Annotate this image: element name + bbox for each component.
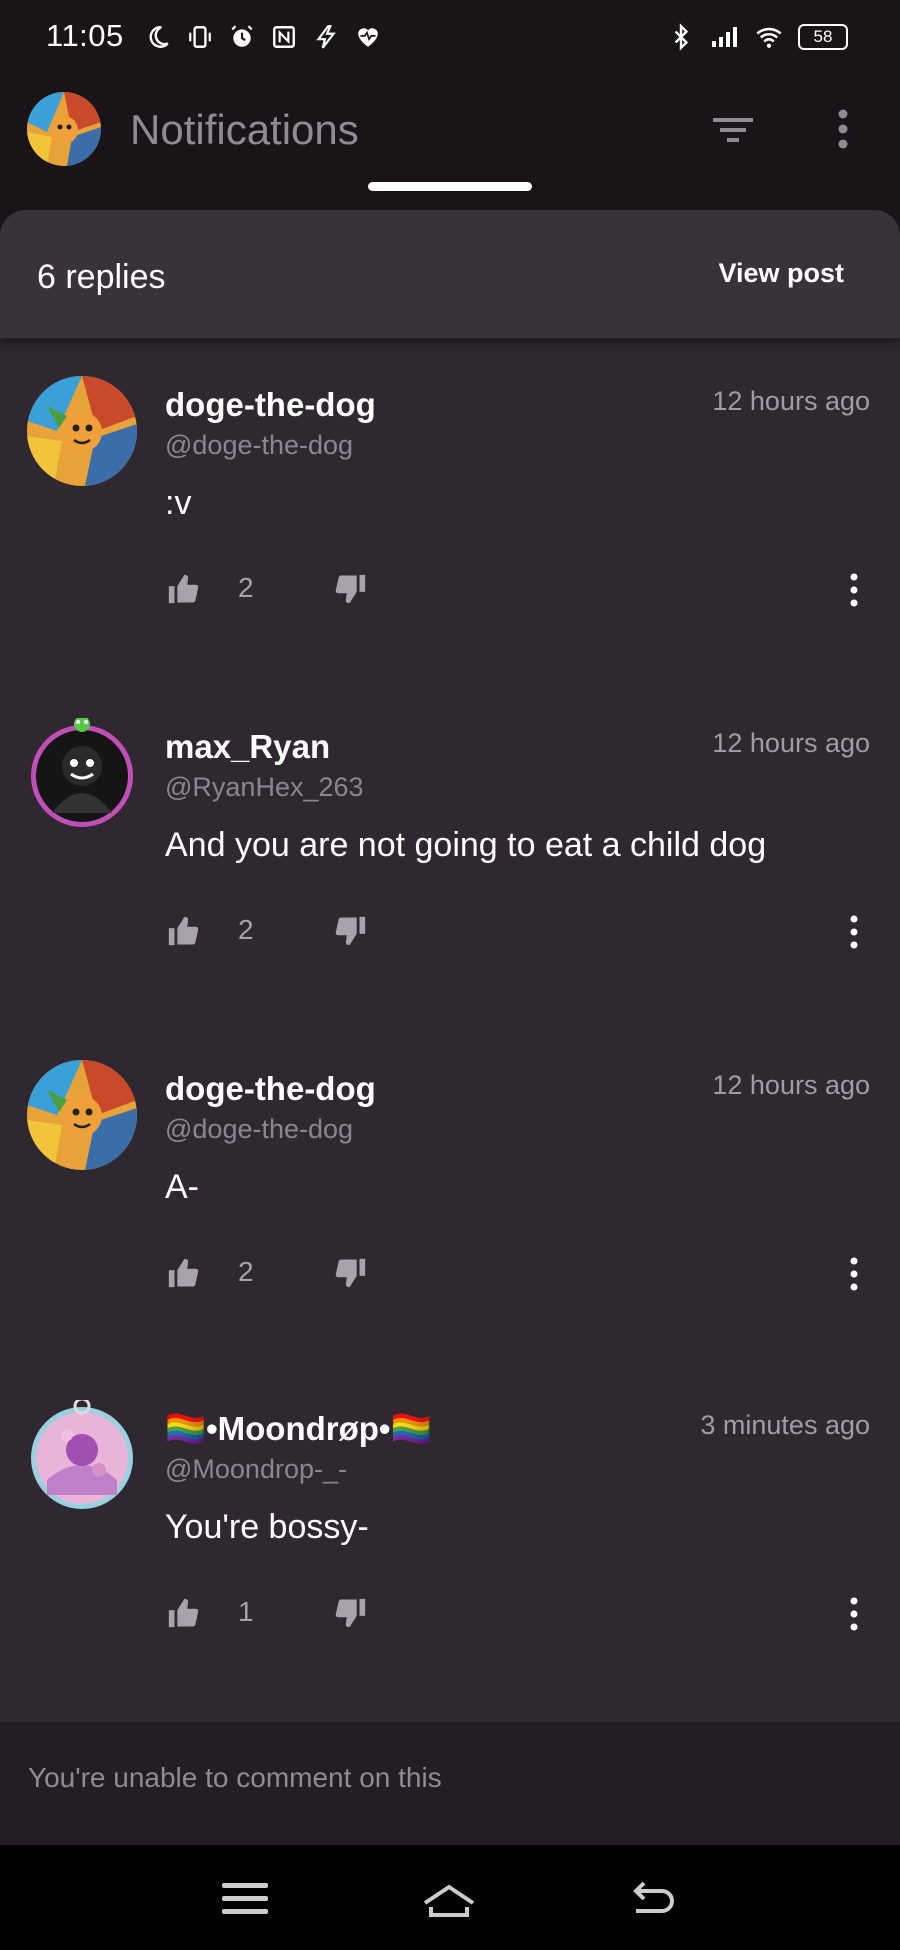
status-time: 11:05 [46,18,124,53]
comment-author-name[interactable]: doge-the-dog [165,386,376,424]
menu-lines-icon[interactable] [218,1875,274,1923]
comment-author-name[interactable]: 🏳️‍🌈•Moondrøp•🏳️‍🌈 [165,1410,432,1449]
profile-avatar[interactable] [27,92,101,166]
comment-actions: 1 [0,1590,900,1650]
avatar[interactable] [27,1397,137,1510]
comment-author-handle: @doge-the-dog [165,1114,354,1144]
comment-text: A- [165,1168,199,1206]
comment-author-handle: @doge-the-dog [165,430,354,460]
comment-timestamp: 12 hours ago [712,1070,870,1100]
comment-author-handle: @RyanHex_263 [165,772,364,802]
thumbs-up-icon[interactable] [166,914,200,948]
thumbs-down-icon[interactable] [334,914,368,948]
comment-timestamp: 12 hours ago [712,386,870,416]
comment-timestamp: 3 minutes ago [700,1410,870,1440]
moon-icon [143,22,173,52]
thumbs-up-icon[interactable] [166,572,200,606]
sheet-header: 6 replies View post [0,210,900,338]
nfc-icon [269,22,299,52]
filter-icon[interactable] [711,108,755,152]
home-icon[interactable] [421,1875,477,1923]
avatar[interactable] [27,1060,137,1170]
replies-count: 6 replies [37,258,166,296]
battery-icon: 58 [798,24,848,50]
replies-sheet: 6 replies View post doge-the-dog @doge-t… [0,210,900,1845]
like-count: 2 [238,914,254,945]
comment-item: doge-the-dog @doge-the-dog 12 hours ago … [0,1028,900,1368]
comment-item: max_Ryan @RyanHex_263 12 hours ago And y… [0,686,900,1026]
app-bar: Notifications [0,80,900,210]
overflow-menu-icon[interactable] [828,106,858,152]
comment-author-handle: @Moondrop-_- [165,1454,347,1484]
alarm-icon [227,22,257,52]
comment-text: You're bossy- [165,1508,369,1546]
system-nav-bar [0,1845,900,1950]
flash-icon [311,22,341,52]
comment-author-name[interactable]: max_Ryan [165,728,330,766]
like-count: 1 [238,1596,254,1627]
sheet-drag-handle[interactable] [368,182,532,191]
vibrate-icon [185,22,215,52]
thumbs-down-icon[interactable] [334,1596,368,1630]
comment-more-icon[interactable] [842,912,866,952]
view-post-button[interactable]: View post [718,258,844,289]
status-icons-left [143,22,383,52]
avatar[interactable] [27,716,137,828]
comment-actions: 2 [0,566,900,626]
comment-more-icon[interactable] [842,1254,866,1294]
thumbs-down-icon[interactable] [334,1256,368,1290]
comment-actions: 2 [0,1250,900,1310]
comment-more-icon[interactable] [842,570,866,610]
page-title: Notifications [130,106,359,153]
comment-item: 🏳️‍🌈•Moondrøp•🏳️‍🌈 @Moondrop-_- 3 minute… [0,1368,900,1708]
comment-disabled-text: You're unable to comment on this [28,1762,442,1793]
comment-disabled-bar: You're unable to comment on this [0,1722,900,1845]
signal-icon [710,22,740,52]
comment-text: :v [165,484,192,522]
thumbs-down-icon[interactable] [334,572,368,606]
comment-actions: 2 [0,908,900,968]
thumbs-up-icon[interactable] [166,1596,200,1630]
like-count: 2 [238,1256,254,1287]
back-icon[interactable] [624,1875,680,1923]
thumbs-up-icon[interactable] [166,1256,200,1290]
avatar[interactable] [27,376,137,486]
comment-more-icon[interactable] [842,1594,866,1634]
status-bar: 11:05 58 [0,0,900,80]
comment-item: doge-the-dog @doge-the-dog 12 hours ago … [0,344,900,684]
bluetooth-icon [666,22,696,52]
comment-author-name[interactable]: doge-the-dog [165,1070,376,1108]
heart-monitor-icon [353,22,383,52]
status-icons-right: 58 [666,22,848,52]
comment-text: And you are not going to eat a child dog [165,826,767,864]
comment-timestamp: 12 hours ago [712,728,870,758]
wifi-icon [754,22,784,52]
like-count: 2 [238,572,254,603]
